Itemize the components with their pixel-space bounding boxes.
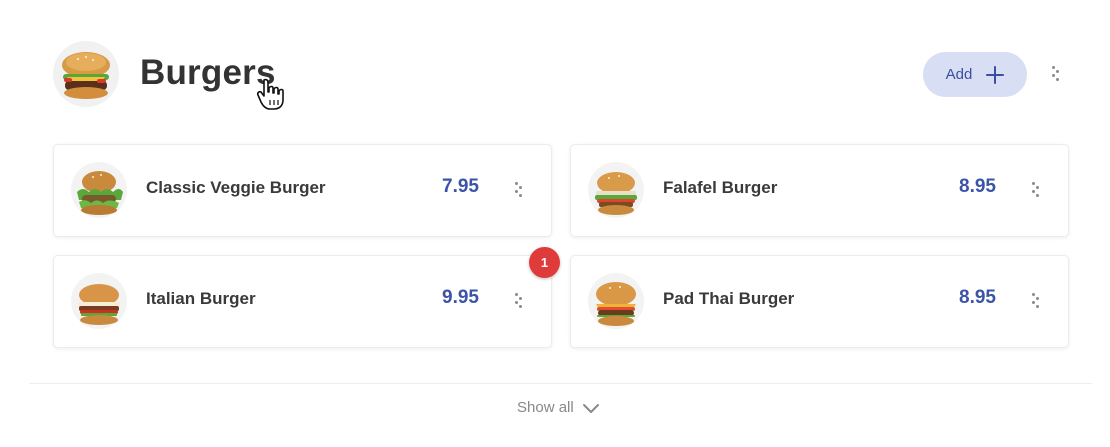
menu-item-name: Falafel Burger	[663, 178, 778, 197]
divider	[29, 383, 1092, 384]
category-avatar	[53, 41, 119, 107]
menu-item-price: 8.95	[959, 287, 996, 308]
menu-item-price: 9.95	[442, 287, 479, 308]
hand-cursor-icon	[256, 78, 284, 110]
menu-item-image	[588, 162, 644, 218]
menu-item-price: 7.95	[442, 176, 479, 197]
burger-image	[595, 172, 637, 215]
menu-item-image	[71, 273, 127, 329]
burger-image	[78, 284, 120, 325]
show-all-button[interactable]: Show all	[517, 399, 600, 416]
show-all-label: Show all	[517, 399, 574, 416]
chevron-down-icon	[582, 403, 599, 413]
item-menu-kebab-icon[interactable]	[513, 181, 525, 199]
notification-badge: 1	[529, 247, 560, 278]
burger-image	[596, 282, 636, 326]
item-menu-kebab-icon[interactable]	[1030, 292, 1042, 310]
burger-image	[77, 171, 123, 215]
item-menu-kebab-icon[interactable]	[513, 292, 525, 310]
menu-item-name: Pad Thai Burger	[663, 289, 795, 308]
menu-item-price: 8.95	[959, 176, 996, 197]
add-button-label: Add	[945, 66, 973, 83]
category-section: Burgers Add Classic Veggie Burger 7.95 F…	[0, 0, 1110, 447]
menu-item-card[interactable]: Pad Thai Burger 8.95	[570, 255, 1069, 348]
menu-item-name: Italian Burger	[146, 289, 256, 308]
menu-item-card[interactable]: Falafel Burger 8.95	[570, 144, 1069, 237]
add-item-button[interactable]: Add	[923, 52, 1027, 97]
category-menu-kebab-icon[interactable]	[1050, 65, 1062, 83]
menu-item-image	[588, 273, 644, 329]
plus-icon	[986, 65, 1005, 84]
menu-item-card[interactable]: Italian Burger 9.95	[53, 255, 552, 348]
menu-item-image	[71, 162, 127, 218]
item-menu-kebab-icon[interactable]	[1030, 181, 1042, 199]
burger-image	[62, 52, 110, 99]
menu-item-card[interactable]: Classic Veggie Burger 7.95	[53, 144, 552, 237]
menu-item-name: Classic Veggie Burger	[146, 178, 326, 197]
